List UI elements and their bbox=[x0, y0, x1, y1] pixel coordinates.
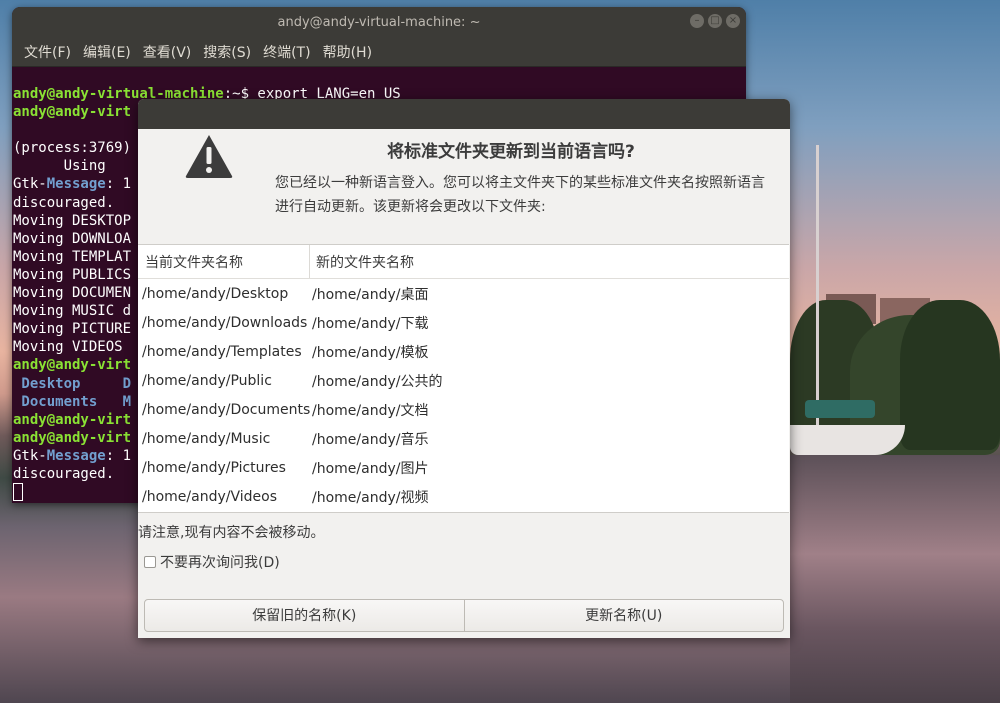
note-text: 请注意,现有内容不会被移动。 bbox=[138, 525, 325, 541]
current-path: /home/andy/Videos bbox=[142, 489, 277, 505]
new-path: /home/andy/文档 bbox=[312, 403, 429, 419]
new-path: /home/andy/音乐 bbox=[312, 432, 429, 448]
output-line: Gtk- bbox=[13, 176, 47, 193]
output-line: Moving MUSIC d bbox=[13, 303, 132, 320]
table-row[interactable]: /home/andy/Downloads/home/andy/下载 bbox=[138, 308, 789, 337]
current-path: /home/andy/Music bbox=[142, 431, 271, 447]
close-icon[interactable]: × bbox=[726, 14, 740, 28]
dialog-heading: 将标准文件夹更新到当前语言吗? bbox=[387, 142, 635, 162]
terminal-title: andy@andy-virtual-machine: ~ bbox=[277, 14, 481, 30]
new-path: /home/andy/下载 bbox=[312, 316, 429, 332]
output-line: Using bbox=[13, 158, 106, 175]
column-current-name[interactable]: 当前文件夹名称 bbox=[138, 245, 310, 278]
prompt: andy@andy-virt bbox=[13, 411, 132, 428]
update-names-button[interactable]: 更新名称(U) bbox=[463, 600, 784, 631]
output-line: Moving DOWNLOA bbox=[13, 230, 132, 247]
menu-help[interactable]: 帮助(H) bbox=[317, 42, 378, 62]
maximize-icon[interactable]: □ bbox=[708, 14, 722, 28]
new-path: /home/andy/桌面 bbox=[312, 287, 429, 303]
table-row[interactable]: /home/andy/Pictures/home/andy/图片 bbox=[138, 453, 789, 482]
current-path: /home/andy/Downloads bbox=[142, 315, 308, 331]
table-row[interactable]: /home/andy/Templates/home/andy/模板 bbox=[138, 337, 789, 366]
update-folders-dialog[interactable]: 将标准文件夹更新到当前语言吗? 您已经以一种新语言登入。您可以将主文件夹下的某些… bbox=[138, 99, 790, 638]
menu-file[interactable]: 文件(F) bbox=[18, 42, 77, 62]
output-line: discouraged. bbox=[13, 194, 115, 211]
output-line: Moving DOCUMEN bbox=[13, 285, 132, 302]
output-line: Moving DESKTOP bbox=[13, 212, 132, 229]
dir-entry: Desktop bbox=[13, 375, 81, 392]
menu-edit[interactable]: 编辑(E) bbox=[77, 42, 137, 62]
new-path: /home/andy/视频 bbox=[312, 490, 429, 506]
table-row[interactable]: /home/andy/Public/home/andy/公共的 bbox=[138, 366, 789, 395]
table-row[interactable]: /home/andy/Videos/home/andy/视频 bbox=[138, 482, 789, 511]
output-line: Message bbox=[46, 176, 106, 193]
dialog-titlebar[interactable] bbox=[138, 99, 790, 129]
output-line: : 1 bbox=[105, 176, 132, 193]
new-path: /home/andy/模板 bbox=[312, 345, 429, 361]
table-row[interactable]: /home/andy/Music/home/andy/音乐 bbox=[138, 424, 789, 453]
dir-entry: D bbox=[122, 375, 132, 392]
terminal-cursor bbox=[13, 483, 23, 502]
prompt: andy@andy-virt bbox=[13, 357, 132, 374]
prompt: andy@andy-virt bbox=[13, 429, 132, 446]
terminal-titlebar[interactable]: andy@andy-virtual-machine: ~ – □ × bbox=[12, 7, 746, 37]
output-line: Gtk- bbox=[13, 447, 47, 464]
column-new-name[interactable]: 新的文件夹名称 bbox=[310, 245, 414, 278]
dont-ask-checkbox[interactable] bbox=[144, 556, 156, 568]
current-path: /home/andy/Pictures bbox=[142, 460, 286, 476]
dialog-buttons: 保留旧的名称(K) 更新名称(U) bbox=[144, 599, 784, 632]
output-line: discouraged. bbox=[13, 465, 115, 482]
window-controls: – □ × bbox=[690, 14, 740, 28]
output-line: (process:3769) bbox=[13, 140, 132, 157]
dont-ask-option[interactable]: 不要再次询问我(D) bbox=[144, 552, 280, 572]
minimize-icon[interactable]: – bbox=[690, 14, 704, 28]
output-line: Message bbox=[46, 447, 106, 464]
output-line: Moving TEMPLAT bbox=[13, 248, 132, 265]
current-path: /home/andy/Documents bbox=[142, 402, 311, 418]
output-line: Moving VIDEOS bbox=[13, 339, 123, 356]
current-path: /home/andy/Desktop bbox=[142, 286, 289, 302]
menu-search[interactable]: 搜索(S) bbox=[197, 42, 257, 62]
output-line: Moving PICTURE bbox=[13, 321, 132, 338]
dont-ask-label[interactable]: 不要再次询问我(D) bbox=[160, 552, 280, 572]
folder-table[interactable]: 当前文件夹名称 新的文件夹名称 /home/andy/Desktop/home/… bbox=[138, 244, 789, 513]
prompt: andy@andy-virt bbox=[13, 104, 132, 121]
dir-entry: M bbox=[122, 393, 132, 410]
output-line: : 1 bbox=[105, 447, 132, 464]
boat-hull bbox=[790, 425, 905, 455]
dialog-description: 您已经以一种新语言登入。您可以将主文件夹下的某些标准文件夹名按照新语言进行自动更… bbox=[275, 175, 765, 215]
boat-cover bbox=[805, 400, 875, 418]
new-path: /home/andy/图片 bbox=[312, 461, 429, 477]
menu-terminal[interactable]: 终端(T) bbox=[257, 42, 316, 62]
keep-old-names-button[interactable]: 保留旧的名称(K) bbox=[145, 600, 464, 631]
terminal-menubar: 文件(F) 编辑(E) 查看(V) 搜索(S) 终端(T) 帮助(H) bbox=[12, 37, 746, 67]
water-reflection bbox=[790, 455, 1000, 703]
dir-entry: Documents bbox=[13, 393, 98, 410]
table-row[interactable]: /home/andy/Documents/home/andy/文档 bbox=[138, 395, 789, 424]
output-line: Moving PUBLICS bbox=[13, 266, 132, 283]
current-path: /home/andy/Templates bbox=[142, 344, 302, 360]
menu-view[interactable]: 查看(V) bbox=[137, 42, 198, 62]
current-path: /home/andy/Public bbox=[142, 373, 272, 389]
table-row[interactable]: /home/andy/Desktop/home/andy/桌面 bbox=[138, 279, 789, 308]
tree bbox=[900, 300, 1000, 450]
table-header: 当前文件夹名称 新的文件夹名称 bbox=[138, 245, 789, 279]
new-path: /home/andy/公共的 bbox=[312, 374, 443, 390]
